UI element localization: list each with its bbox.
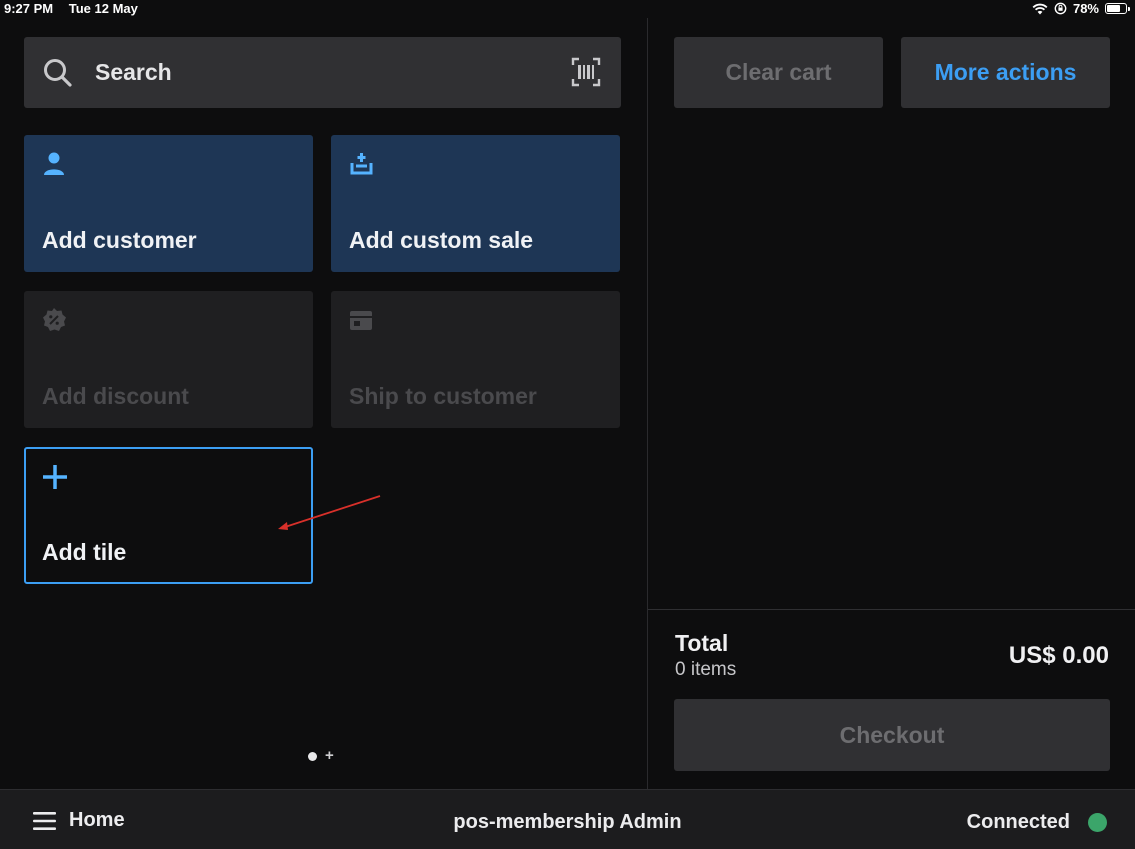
- tile-label: Ship to customer: [349, 383, 537, 409]
- add-page-icon[interactable]: +: [325, 748, 334, 763]
- discount-icon: [43, 308, 66, 331]
- tile-label: Add tile: [42, 539, 127, 565]
- status-time: 9:27 PM: [4, 1, 54, 16]
- checkout-button[interactable]: Checkout: [674, 699, 1110, 771]
- plus-icon: [43, 465, 67, 489]
- connection-status: Connected: [967, 811, 1107, 834]
- clear-cart-button[interactable]: Clear cart: [674, 37, 883, 108]
- app-title: pos-membership Admin: [453, 811, 682, 833]
- bottom-bar: Home pos-membership Admin Connected: [0, 789, 1135, 849]
- panel-divider: [647, 18, 648, 789]
- rotation-lock-icon: [1054, 2, 1067, 15]
- page-indicator: +: [308, 748, 334, 763]
- tile-add-discount: Add discount: [24, 291, 313, 428]
- items-count: 0 items: [675, 659, 737, 680]
- barcode-scan-icon[interactable]: [571, 57, 601, 87]
- tile-add-tile[interactable]: Add tile: [24, 447, 313, 584]
- status-bar: 9:27 PM Tue 12 May 78%: [0, 0, 1135, 18]
- status-date: Tue 12 May: [68, 1, 138, 16]
- custom-sale-icon: [350, 153, 373, 175]
- battery-fill: [1107, 5, 1121, 12]
- total-amount: US$ 0.00: [1008, 642, 1109, 669]
- tile-add-custom-sale[interactable]: Add custom sale: [331, 135, 620, 272]
- more-actions-button[interactable]: More actions: [901, 37, 1110, 108]
- wifi-icon: [1032, 3, 1048, 14]
- tile-ship-to-customer: Ship to customer: [331, 291, 620, 428]
- search-input[interactable]: Search: [95, 59, 172, 86]
- tile-label: Add customer: [42, 227, 197, 253]
- pos-screen: 9:27 PM Tue 12 May 78% Search Add custom…: [0, 0, 1135, 849]
- total-label: Total: [675, 630, 729, 656]
- battery-icon: [1105, 3, 1130, 14]
- search-bar[interactable]: Search: [24, 37, 621, 108]
- search-icon: [44, 59, 72, 87]
- shipping-icon: [350, 311, 372, 330]
- battery-percentage: 78%: [1072, 1, 1099, 16]
- connection-label: Connected: [966, 811, 1070, 833]
- tile-label: Add custom sale: [349, 227, 534, 253]
- tile-add-customer[interactable]: Add customer: [24, 135, 313, 272]
- person-icon: [44, 152, 64, 175]
- tile-label: Add discount: [42, 383, 189, 409]
- cart-divider: [648, 609, 1135, 610]
- connection-status-dot: [1088, 813, 1107, 832]
- page-dot-active[interactable]: [308, 751, 317, 761]
